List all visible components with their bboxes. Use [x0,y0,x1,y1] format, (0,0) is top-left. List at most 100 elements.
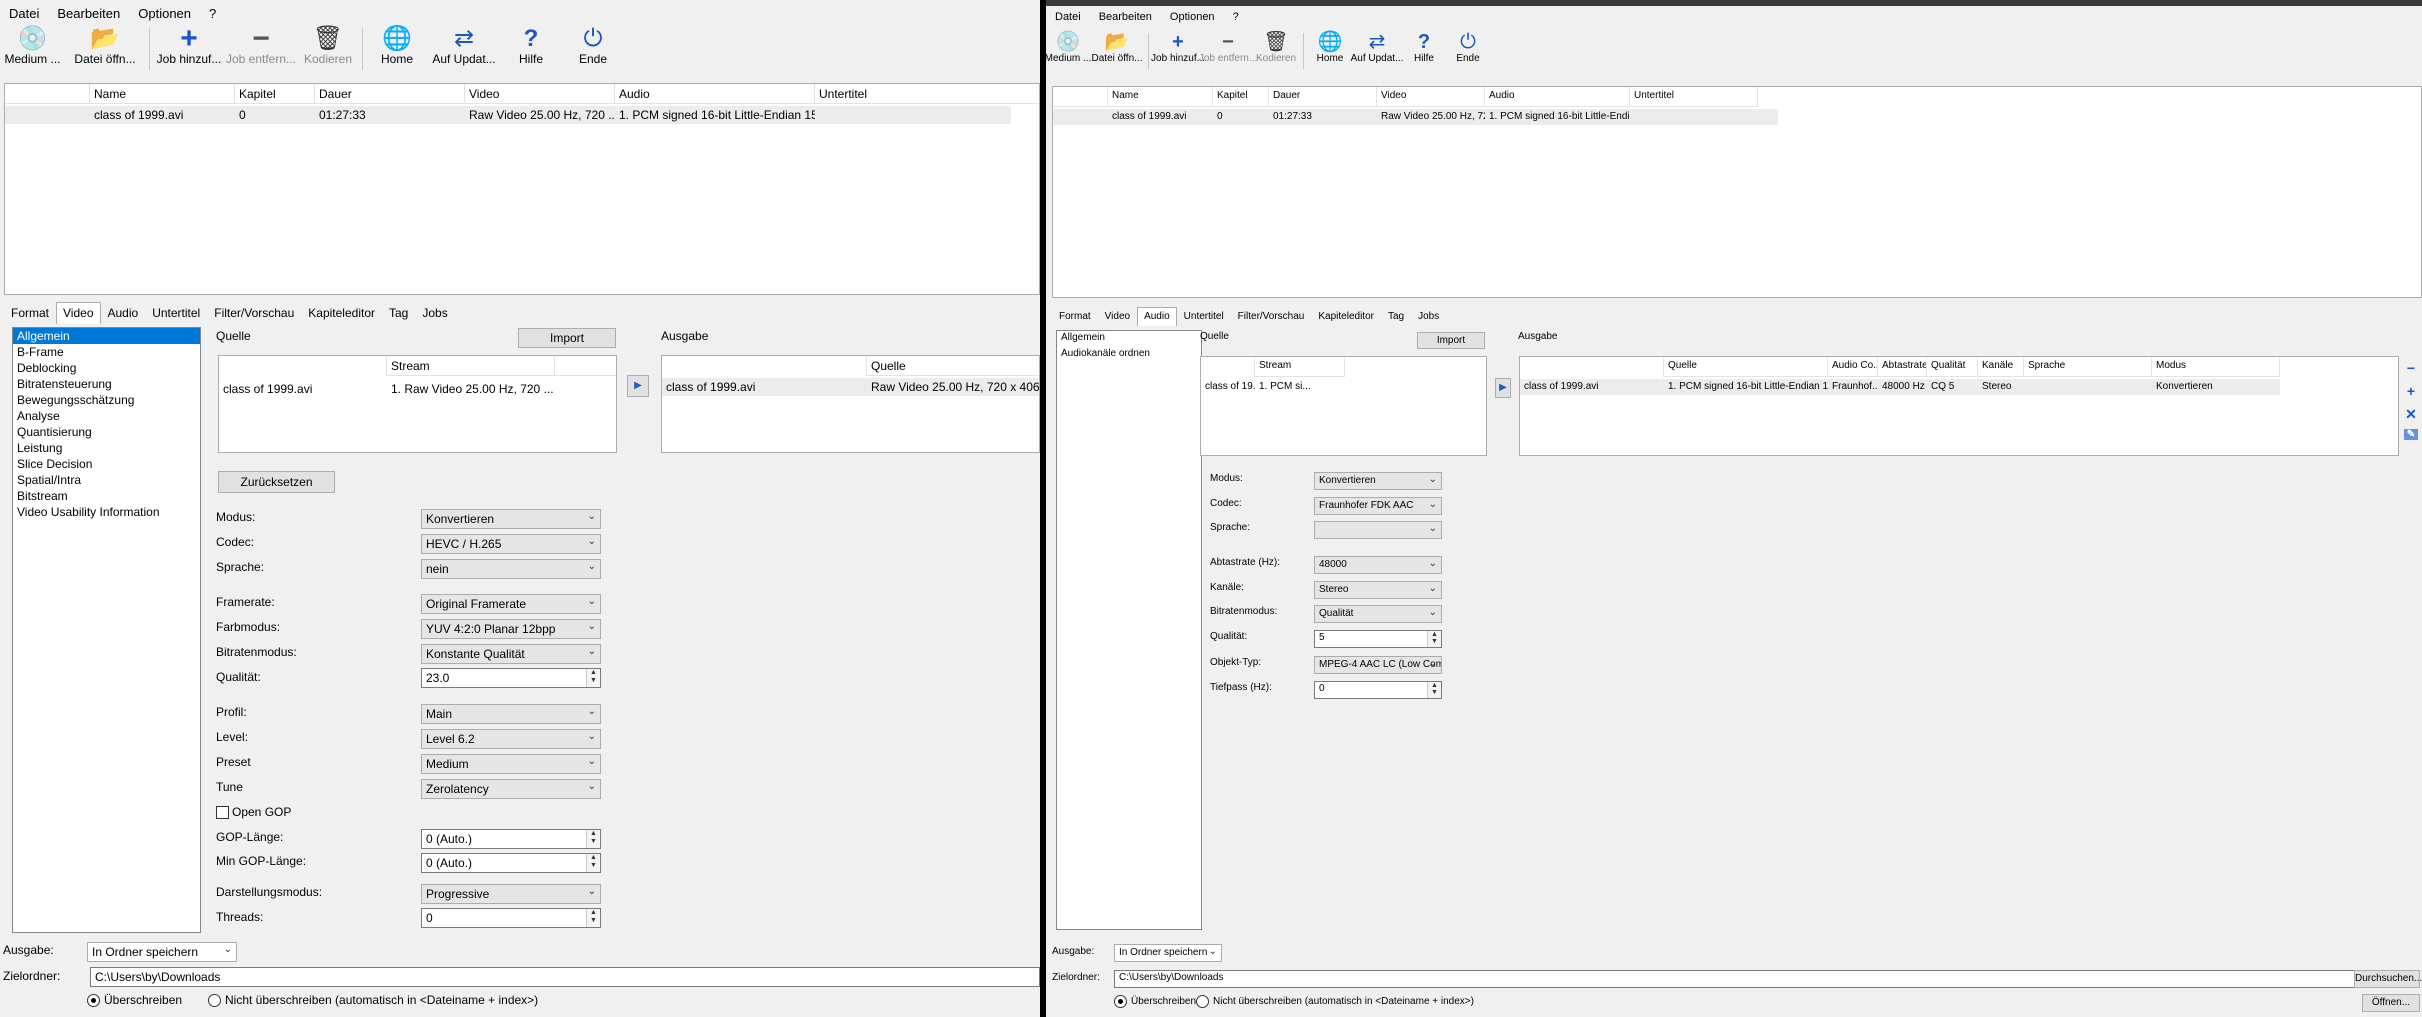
radio-button[interactable] [1114,995,1127,1008]
list-item[interactable]: Audiokanäle ordnen [1057,347,1201,363]
target-folder-input[interactable]: C:\Users\by\Downloads [90,967,1040,987]
column-header[interactable] [219,356,387,376]
menu-datei[interactable]: Datei [1046,9,1090,29]
column-header[interactable] [1201,357,1255,377]
tab-untertitel[interactable]: Untertitel [1177,307,1231,326]
list-item[interactable]: Slice Decision [13,456,200,472]
spin-arrows-icon[interactable]: ▲ ▼ [586,830,600,848]
list-item[interactable]: Bitstream [13,488,200,504]
add-stream-button[interactable]: ▶ [1495,378,1511,398]
column-header[interactable]: Qualität [1927,357,1978,377]
menu-optionen[interactable]: Optionen [1161,9,1224,29]
lowpass-spinbox[interactable]: 0 ▲ ▼ [1314,681,1442,699]
column-header[interactable]: Stream [1255,357,1345,377]
add-job-button[interactable]: + Job hinzuf... [154,24,224,67]
column-header[interactable]: Dauer [315,84,465,104]
open-file-button[interactable]: 📂 Datei öffn... [65,26,145,67]
quality-spinbox[interactable]: 5 ▲ ▼ [1314,630,1442,648]
gop-length-spinbox[interactable]: 0 (Auto.) ▲ ▼ [421,829,601,849]
column-header[interactable]: Name [1108,87,1213,107]
column-header[interactable] [5,84,90,104]
add-stream-button[interactable]: ▶ [627,375,649,397]
spin-arrows-icon[interactable]: ▲ ▼ [1427,682,1441,698]
tab-jobs[interactable]: Jobs [415,302,454,324]
no-overwrite-radio[interactable]: Nicht überschreiben (automatisch in <Dat… [1196,995,1474,1008]
check-update-button[interactable]: ⇄ Auf Updat... [427,26,501,67]
column-header[interactable]: Video [1377,87,1485,107]
spin-arrows-icon[interactable]: ▲ ▼ [586,909,600,927]
tab-format[interactable]: Format [1052,307,1098,326]
overwrite-radio[interactable]: Überschreiben [1114,995,1196,1008]
column-header[interactable]: Kapitel [235,84,315,104]
tab-jobs[interactable]: Jobs [1411,307,1446,326]
spin-arrows-icon[interactable]: ▲ ▼ [586,854,600,872]
codec-select[interactable]: Fraunhofer FDK AAC ⌄ [1314,497,1442,515]
tab-filter[interactable]: Filter/Vorschau [207,302,301,324]
tab-tag[interactable]: Tag [1381,307,1411,326]
delete-stream-icon[interactable]: ✕ [2404,406,2418,423]
bitrate-mode-select[interactable]: Konstante Qualität ⌄ [421,644,601,664]
column-header[interactable]: Sprache [2024,357,2152,377]
column-header[interactable] [1520,357,1664,377]
home-button[interactable]: 🌐 Home [1308,31,1352,64]
language-select[interactable]: nein ⌄ [421,559,601,579]
column-header[interactable]: Stream [387,356,555,376]
column-header[interactable]: Video [465,84,615,104]
column-header[interactable]: Audio Co... [1828,357,1878,377]
column-header[interactable]: Kanäle [1978,357,2024,377]
checkbox-box[interactable] [216,805,229,819]
encode-button[interactable]: 🗑 Kodieren [1253,31,1299,64]
open-button[interactable]: Öffnen... [2362,994,2420,1012]
tab-untertitel[interactable]: Untertitel [145,302,207,324]
profile-select[interactable]: Main ⌄ [421,704,601,724]
add-job-button[interactable]: + Job hinzuf... [1151,31,1205,64]
codec-select[interactable]: HEVC / H.265 ⌄ [421,534,601,554]
open-file-button[interactable]: 📂 Datei öffn... [1090,31,1144,64]
import-button[interactable]: Import [518,328,616,348]
tab-filter[interactable]: Filter/Vorschau [1231,307,1312,326]
column-header[interactable]: Untertitel [1630,87,1758,107]
list-item[interactable]: Allgemein [13,328,200,344]
target-folder-input[interactable]: C:\Users\by\Downloads [1114,970,2390,988]
column-header[interactable]: Kapitel [1213,87,1269,107]
radio-button[interactable] [87,993,100,1007]
column-header[interactable]: Quelle [867,356,1039,376]
check-update-button[interactable]: ⇄ Auf Updat... [1351,31,1404,64]
tab-kapiteleditor[interactable]: Kapiteleditor [1311,307,1381,326]
column-header[interactable]: Dauer [1269,87,1377,107]
list-item[interactable]: Analyse [13,408,200,424]
menu-bearbeiten[interactable]: Bearbeiten [48,4,129,24]
bitrate-mode-select[interactable]: Qualität ⌄ [1314,605,1442,623]
menu-bearbeiten[interactable]: Bearbeiten [1090,9,1161,29]
category-list[interactable]: Allgemein Audiokanäle ordnen [1056,330,1202,930]
exit-button[interactable]: ⏻ Ende [1446,31,1490,64]
column-header[interactable]: Abtastrate [1878,357,1927,377]
color-mode-select[interactable]: YUV 4:2:0 Planar 12bpp ⌄ [421,619,601,639]
browse-button[interactable]: Durchsuchen... [2354,970,2422,988]
display-mode-select[interactable]: Progressive ⌄ [421,884,601,904]
tab-tag[interactable]: Tag [382,302,415,324]
tab-kapiteleditor[interactable]: Kapiteleditor [301,302,382,324]
threads-spinbox[interactable]: 0 ▲ ▼ [421,908,601,928]
help-button[interactable]: ? Hilfe [1402,31,1446,64]
menu-help[interactable]: ? [200,4,225,24]
overwrite-radio[interactable]: Überschreiben [87,993,182,1007]
add-stream-icon[interactable]: + [2404,383,2418,399]
edit-stream-icon[interactable]: ✎ [2404,429,2418,440]
output-mode-select[interactable]: In Ordner speichern ⌄ [87,942,237,962]
tab-audio[interactable]: Audio [101,302,146,324]
mode-select[interactable]: Konvertieren ⌄ [1314,472,1442,490]
home-button[interactable]: 🌐 Home [367,26,427,67]
radio-button[interactable] [208,993,221,1007]
list-item[interactable]: Deblocking [13,360,200,376]
list-item[interactable]: Bewegungsschätzung [13,392,200,408]
encode-button[interactable]: 🗑 Kodieren [298,26,358,67]
spin-arrows-icon[interactable]: ▲ ▼ [586,669,600,687]
mode-select[interactable]: Konvertieren ⌄ [421,509,601,529]
column-header[interactable]: Audio [615,84,815,104]
list-item[interactable]: Bitratensteuerung [13,376,200,392]
remove-stream-icon[interactable]: − [2404,360,2418,376]
level-select[interactable]: Level 6.2 ⌄ [421,729,601,749]
output-mode-select[interactable]: In Ordner speichern ⌄ [1114,944,1222,962]
list-item[interactable]: Quantisierung [13,424,200,440]
